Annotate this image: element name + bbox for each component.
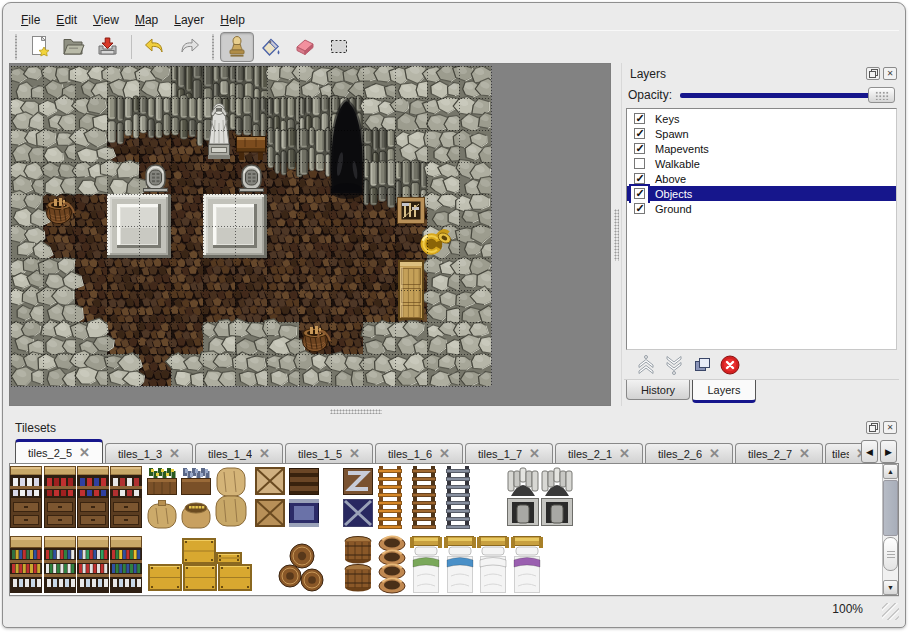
layer-visibility-checkbox[interactable] xyxy=(634,158,645,169)
layer-row-ground[interactable]: Ground xyxy=(627,201,896,216)
menu-edit[interactable]: Edit xyxy=(48,11,85,29)
tileset-tab-tiles_2_1[interactable]: tiles_2_1✕ xyxy=(555,443,643,463)
layer-visibility-checkbox[interactable] xyxy=(634,128,645,139)
close-tab-icon[interactable]: ✕ xyxy=(79,445,90,460)
tileset-scrollbar[interactable]: ▲ ▼ xyxy=(882,464,898,595)
scroll-tabs-right-button[interactable]: ▶ xyxy=(880,440,897,463)
tab-history[interactable]: History xyxy=(626,380,690,400)
layer-row-walkable[interactable]: Walkable xyxy=(627,156,896,171)
opacity-slider[interactable] xyxy=(680,87,895,103)
layer-name: Spawn xyxy=(655,128,689,140)
eraser-tool-button[interactable] xyxy=(288,32,322,62)
vertical-splitter[interactable] xyxy=(611,63,621,406)
close-tab-icon[interactable]: ✕ xyxy=(709,446,720,461)
layers-panel: Layers ✕ Opacity: Keys Spawn Mapevents Walk… xyxy=(621,63,899,406)
tileset-tab-tiles_1_4[interactable]: tiles_1_4✕ xyxy=(195,443,283,463)
close-tab-icon[interactable]: ✕ xyxy=(439,446,450,461)
tileset-tab-tiles_2_5[interactable]: tiles_2_5✕ xyxy=(15,439,103,463)
layer-row-spawn[interactable]: Spawn xyxy=(627,126,896,141)
layer-row-mapevents[interactable]: Mapevents xyxy=(627,141,896,156)
tilesets-panel-title: Tilesets xyxy=(15,421,56,435)
toolbar-grip xyxy=(209,34,217,60)
tileset-tab-tiles_1_7[interactable]: tiles_1_7✕ xyxy=(465,443,553,463)
tileset-canvas[interactable] xyxy=(10,464,882,595)
duplicate-layer-button[interactable] xyxy=(688,353,716,377)
layer-visibility-checkbox[interactable] xyxy=(634,173,645,184)
tileset-tab-tiles_1_5[interactable]: tiles_1_5✕ xyxy=(285,443,373,463)
app-window: FileEditViewMapLayerHelp Layers ✕ Opacit… xyxy=(2,2,906,628)
tileset-body: ▲ ▼ xyxy=(9,463,899,596)
layers-panel-title: Layers xyxy=(630,67,666,81)
menu-layer[interactable]: Layer xyxy=(166,11,212,29)
layer-name: Walkable xyxy=(655,158,700,170)
float-panel-icon[interactable] xyxy=(866,421,880,434)
layer-name: Ground xyxy=(655,203,692,215)
fill-tool-button[interactable] xyxy=(254,32,288,62)
select-tool-button[interactable] xyxy=(322,32,356,62)
scroll-tabs-left-button[interactable]: ◀ xyxy=(861,440,878,463)
menu-help[interactable]: Help xyxy=(212,11,253,29)
resize-grip[interactable] xyxy=(882,603,899,620)
open-folder-button[interactable] xyxy=(57,32,91,62)
layer-row-above[interactable]: Above xyxy=(627,171,896,186)
tilesets-panel: Tilesets ✕ tiles_2_5✕tiles_1_3✕tiles_1_4… xyxy=(9,417,899,596)
layer-name: Above xyxy=(655,173,686,185)
close-tab-icon[interactable]: ✕ xyxy=(529,446,540,461)
layer-visibility-checkbox[interactable] xyxy=(634,203,645,214)
layer-visibility-checkbox[interactable] xyxy=(634,113,645,124)
new-file-button[interactable] xyxy=(23,32,57,62)
tileset-tab-tiles_1_6[interactable]: tiles_1_6✕ xyxy=(375,443,463,463)
close-tab-icon[interactable]: ✕ xyxy=(619,446,630,461)
move-layer-down-button[interactable] xyxy=(660,353,688,377)
close-tab-icon[interactable]: ✕ xyxy=(169,446,180,461)
menu-bar: FileEditViewMapLayerHelp xyxy=(9,9,899,30)
scrollbar-thumb[interactable] xyxy=(883,537,898,571)
toolbar-grip xyxy=(12,34,20,60)
opacity-slider-handle[interactable] xyxy=(868,87,895,103)
layer-row-objects[interactable]: Objects xyxy=(627,186,896,201)
toolbar xyxy=(9,30,899,63)
float-panel-icon[interactable] xyxy=(866,67,880,80)
menu-map[interactable]: Map xyxy=(127,11,166,29)
menu-view[interactable]: View xyxy=(85,11,127,29)
close-tab-icon[interactable]: ✕ xyxy=(799,446,810,461)
close-panel-icon[interactable]: ✕ xyxy=(883,421,897,434)
map-canvas[interactable] xyxy=(10,64,610,405)
horizontal-splitter[interactable] xyxy=(9,406,899,417)
tileset-tab-tiles_1_3[interactable]: tiles_1_3✕ xyxy=(105,443,193,463)
layer-name: Mapevents xyxy=(655,143,709,155)
tileset-tab-tiles_2_7[interactable]: tiles_2_7✕ xyxy=(735,443,823,463)
delete-layer-button[interactable] xyxy=(716,353,744,377)
zoom-level: 100% xyxy=(832,602,863,616)
layer-list: Keys Spawn Mapevents Walkable Above Objects Gr… xyxy=(626,108,897,350)
move-layer-up-button[interactable] xyxy=(632,353,660,377)
side-tabs: HistoryLayers xyxy=(624,380,899,406)
status-bar: 100% xyxy=(9,596,899,621)
opacity-label: Opacity: xyxy=(628,88,672,102)
redo-button[interactable] xyxy=(172,32,206,62)
tileset-tabs: tiles_2_5✕tiles_1_3✕tiles_1_4✕tiles_1_5✕… xyxy=(9,438,899,463)
layer-row-keys[interactable]: Keys xyxy=(627,111,896,126)
layer-toolbar xyxy=(624,350,899,380)
menu-file[interactable]: File xyxy=(13,11,48,29)
splitter-grip xyxy=(614,209,619,261)
close-panel-icon[interactable]: ✕ xyxy=(883,67,897,80)
close-tab-icon[interactable]: ✕ xyxy=(259,446,270,461)
scroll-up-button[interactable]: ▲ xyxy=(883,464,898,479)
undo-button[interactable] xyxy=(138,32,172,62)
layer-name: Keys xyxy=(655,113,679,125)
tab-layers[interactable]: Layers xyxy=(692,380,756,403)
layer-visibility-checkbox[interactable] xyxy=(634,143,645,154)
stamp-tool-button[interactable] xyxy=(220,32,254,62)
layer-visibility-checkbox[interactable] xyxy=(634,188,645,199)
save-button[interactable] xyxy=(91,32,125,62)
tileset-tab-tiles_2_6[interactable]: tiles_2_6✕ xyxy=(645,443,733,463)
close-tab-icon[interactable]: ✕ xyxy=(349,446,360,461)
splitter-grip xyxy=(330,409,382,414)
scroll-down-button[interactable]: ▼ xyxy=(883,580,898,595)
map-viewport[interactable] xyxy=(9,63,611,406)
layer-name: Objects xyxy=(655,188,692,200)
